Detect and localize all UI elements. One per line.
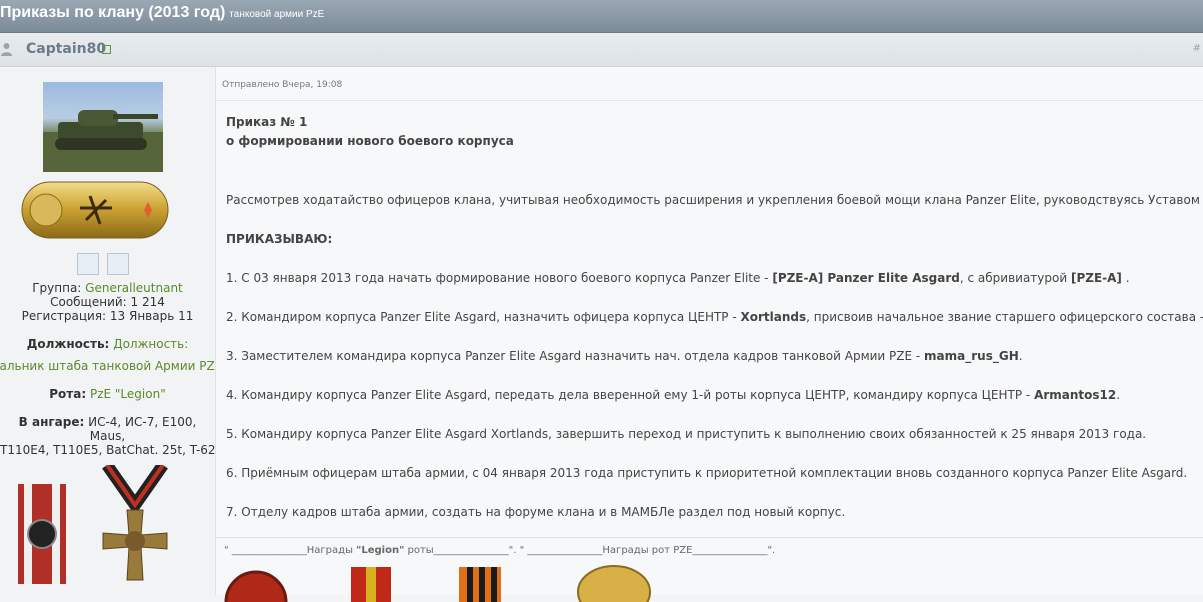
order-item-3-text: 3. Заместителем командира корпуса Panzer… — [226, 349, 925, 363]
order-item-7: 7. Отделу кадров штаба армии, создать на… — [226, 505, 846, 519]
hangar-vehicles-2: T110E4, T110E5, BatChat. 25t, T-62A — [0, 443, 216, 457]
signature-divider — [216, 537, 1203, 538]
position-line: Должность: Должность: — [0, 337, 215, 351]
ribbon-medal-image — [18, 484, 66, 584]
signature-medals-image — [224, 565, 651, 602]
hangar-line: В ангаре: ИС-4, ИС-7, E100, Maus, — [0, 415, 215, 443]
group-label: Группа: — [32, 281, 82, 295]
add-friend-icon[interactable] — [77, 253, 99, 275]
signature-text-2: роты_______________". " _______________Н… — [404, 545, 776, 556]
officer-name-armantos: Armantos12 — [1034, 388, 1117, 402]
position-label: Должность: — [26, 337, 110, 351]
post-header-divider — [216, 100, 1203, 101]
rank-epaulette-image — [21, 181, 169, 239]
order-item-1-text-3: . — [1121, 271, 1130, 285]
order-item-1-text-2: , с абривиатурой — [959, 271, 1071, 285]
order-item-4: 4. Командиру корпуса Panzer Elite Asgard… — [226, 388, 1120, 402]
officer-name-xortlands: Xortlands — [740, 310, 807, 324]
order-word: ПРИКАЗЫВАЮ: — [226, 232, 333, 246]
order-item-2-text: 2. Командиром корпуса Panzer Elite Asgar… — [226, 310, 741, 324]
order-item-4-text-2: . — [1116, 388, 1121, 402]
post-content: Отправлено Вчера, 19:08 Приказ № 1 о фор… — [216, 67, 1203, 602]
cross-medal-image — [102, 465, 168, 581]
order-title: Приказ № 1 — [226, 115, 308, 129]
tank-avatar-image — [43, 110, 163, 172]
post-permalink[interactable]: # — [1193, 43, 1201, 54]
post-date: Отправлено Вчера, 19:08 — [222, 80, 343, 90]
order-item-2: 2. Командиром корпуса Panzer Elite Asgar… — [226, 310, 1203, 324]
group-line: Группа: Generalleutnant — [0, 281, 215, 295]
order-subtitle: о формировании нового боевого корпуса — [226, 134, 514, 148]
order-item-1: 1. С 03 января 2013 года начать формиров… — [226, 271, 1130, 285]
order-intro: Рассмотрев ходатайство офицеров клана, у… — [226, 193, 1203, 207]
avatar[interactable] — [43, 82, 163, 172]
post-author-bar: Captain80 # — [0, 33, 1203, 67]
company-label: Рота: — [49, 387, 87, 401]
topic-header: Приказы по клану (2013 год) танковой арми… — [0, 0, 1203, 33]
position-value: Должность: — [113, 337, 189, 351]
author-profile-sidebar: Группа: Generalleutnant Сообщений: 1 214… — [0, 67, 216, 595]
signature-company: "Legion" — [356, 545, 405, 556]
registration-date: Регистрация: 13 Январь 11 — [21, 309, 194, 323]
company-value: PzE "Legion" — [89, 387, 166, 401]
company-line: Рота: PzE "Legion" — [0, 387, 215, 401]
order-item-4-text: 4. Командиру корпуса Panzer Elite Asgard… — [226, 388, 1035, 402]
profile-info: Группа: Generalleutnant Сообщений: 1 214… — [0, 281, 215, 457]
topic-title: Приказы по клану (2013 год) танковой арми… — [0, 4, 324, 22]
group-value[interactable]: Generalleutnant — [85, 281, 183, 295]
hangar-label: В ангаре: — [18, 415, 85, 429]
order-item-1-text: 1. С 03 января 2013 года начать формиров… — [226, 271, 773, 285]
clan-name: [PZE-A] Panzer Elite Asgard — [772, 271, 960, 285]
officer-name-mama-rus: mama_rus_GH — [924, 349, 1019, 363]
topic-description: танковой армии PzE — [229, 9, 325, 20]
position-title: Начальник штаба танковой Армии PZE — [0, 359, 215, 373]
profile-action-icons — [77, 253, 137, 279]
clan-tag: [PZE-A] — [1070, 271, 1122, 285]
order-item-5: 5. Командиру корпуса Panzer Elite Asgard… — [226, 427, 1147, 441]
order-item-3: 3. Заместителем командира корпуса Panzer… — [226, 349, 1023, 363]
send-message-icon[interactable] — [107, 253, 129, 275]
signature: " _______________Награды "Legion" роты__… — [224, 545, 775, 556]
external-link-icon[interactable] — [102, 45, 111, 54]
user-icon — [1, 43, 12, 56]
signature-text-1: " _______________Награды — [224, 545, 357, 556]
author-name-link[interactable]: Captain80 — [26, 41, 106, 57]
hangar-vehicles-1: ИС-4, ИС-7, E100, Maus, — [88, 415, 197, 443]
posts-count: Сообщений: 1 214 — [50, 295, 165, 309]
topic-title-text: Приказы по клану (2013 год) — [0, 4, 226, 21]
order-item-6: 6. Приёмным офицерам штаба армии, с 04 я… — [226, 466, 1188, 480]
order-item-2-text-2: , присвоив начальное звание старшего офи… — [806, 310, 1203, 324]
order-item-3-text-2: . — [1018, 349, 1023, 363]
